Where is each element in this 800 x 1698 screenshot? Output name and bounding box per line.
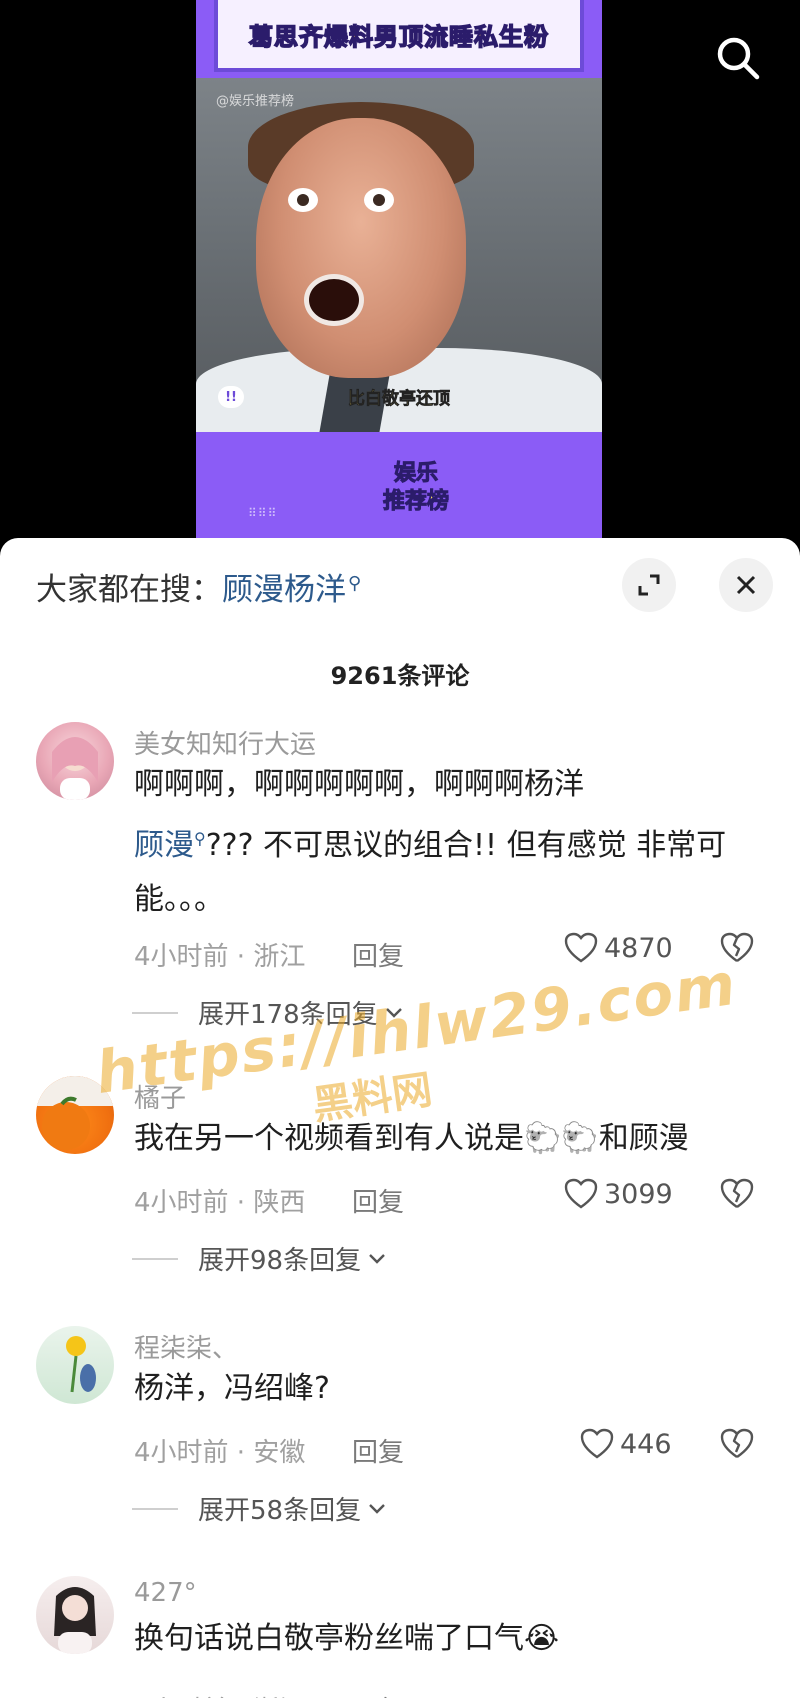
like-button[interactable]: 4870 bbox=[564, 932, 673, 964]
divider bbox=[132, 1011, 178, 1014]
like-count: 4870 bbox=[604, 932, 673, 964]
comment-item: 美女知知行大运 啊啊啊，啊啊啊啊啊，啊啊啊杨洋 顾漫⚲??? 不可思议的组合!!… bbox=[0, 722, 800, 1030]
comment-time-location: 4小时前 · 安徽 bbox=[134, 1438, 306, 1468]
like-button[interactable]: 446 bbox=[580, 1428, 672, 1460]
expand-replies-button[interactable]: 展开178条回复 bbox=[132, 994, 404, 1031]
comment-username[interactable]: 美女知知行大运 bbox=[134, 724, 316, 761]
expand-replies-button[interactable]: 展开58条回复 bbox=[132, 1490, 387, 1527]
video-figure-eye bbox=[288, 188, 318, 212]
video-figure-eye bbox=[364, 188, 394, 212]
video-watermark: @娱乐推荐榜 bbox=[216, 94, 295, 109]
search-small-icon: ⚲ bbox=[348, 572, 362, 594]
comment-item: 程柒柒、 杨洋，冯绍峰? 4小时前 · 安徽 回复 446 展开58条回复 bbox=[0, 1326, 800, 1526]
channel-logo-line1: 娱乐 bbox=[393, 461, 438, 487]
comment-time-location: 4小时前 · 陕西 bbox=[134, 1188, 306, 1218]
expand-replies-label: 展开58条回复 bbox=[198, 1496, 362, 1526]
danmaku-icon[interactable]: !! bbox=[218, 386, 244, 408]
comment-item: 427° 换句话说白敬亭粉丝喘了口气😭 4小时前 · 浙江 回复 bbox=[0, 1576, 800, 1698]
chevron-down-icon bbox=[385, 1007, 402, 1018]
avatar[interactable] bbox=[36, 1576, 114, 1654]
comments-panel: 大家都在搜：顾漫杨洋 ⚲ 9261条评论 美女知知行大运 啊啊啊，啊啊啊啊啊，啊啊… bbox=[0, 538, 800, 1698]
reply-button[interactable]: 回复 bbox=[352, 1432, 404, 1469]
search-small-icon: ⚲ bbox=[194, 829, 206, 848]
chevron-down-icon bbox=[369, 1503, 385, 1514]
expand-replies-label: 展开178条回复 bbox=[198, 1000, 378, 1030]
grid-dots-icon: ⠿⠿⠿ bbox=[248, 506, 278, 520]
like-button[interactable]: 3099 bbox=[564, 1178, 673, 1210]
video-figure-face bbox=[256, 118, 466, 378]
trending-keyword[interactable]: 顾漫杨洋 bbox=[222, 572, 346, 608]
comment-username[interactable]: 427° bbox=[134, 1578, 197, 1608]
trending-search[interactable]: 大家都在搜：顾漫杨洋 ⚲ bbox=[36, 564, 361, 609]
comment-time-location: 4小时前 · 浙江 bbox=[134, 942, 306, 972]
comment-text: 我在另一个视频看到有人说是🐑🐑和顾漫 bbox=[134, 1121, 689, 1156]
divider bbox=[132, 1257, 178, 1260]
video-frame: @娱乐推荐榜 !! 比白敬亭还顶 bbox=[196, 78, 602, 432]
expand-replies-button[interactable]: 展开98条回复 bbox=[132, 1240, 387, 1277]
broken-heart-icon bbox=[720, 1428, 754, 1458]
comment-username[interactable]: 橘子 bbox=[134, 1078, 186, 1115]
comment-text: 杨洋，冯绍峰? bbox=[134, 1371, 330, 1406]
search-icon bbox=[717, 37, 760, 80]
expand-icon bbox=[638, 574, 660, 596]
heart-icon bbox=[580, 1428, 614, 1459]
avatar[interactable] bbox=[36, 1076, 114, 1154]
divider bbox=[132, 1507, 178, 1510]
comment-text: 啊啊啊，啊啊啊啊啊，啊啊啊杨洋 顾漫⚲??? 不可思议的组合!! 但有感觉 非常… bbox=[134, 758, 754, 927]
chevron-down-icon bbox=[369, 1253, 385, 1264]
video-banner-title: 葛思齐爆料男顶流睡私生粉 bbox=[248, 22, 549, 52]
expand-replies-label: 展开98条回复 bbox=[198, 1246, 362, 1276]
comment-keyword-link[interactable]: 顾漫 bbox=[134, 828, 194, 863]
dislike-button[interactable] bbox=[720, 1178, 754, 1214]
reply-button[interactable]: 回复 bbox=[352, 936, 404, 973]
comment-text-part: 啊啊啊，啊啊啊啊啊，啊啊啊杨洋 bbox=[134, 767, 584, 802]
video-caption: 比白敬亭还顶 bbox=[348, 389, 451, 410]
channel-logo-line2: 推荐榜 bbox=[382, 489, 449, 515]
reply-button[interactable]: 回复 bbox=[352, 1690, 404, 1698]
comment-item: 橘子 我在另一个视频看到有人说是🐑🐑和顾漫 4小时前 · 陕西 回复 3099 … bbox=[0, 1076, 800, 1276]
avatar[interactable] bbox=[36, 1326, 114, 1404]
video-player[interactable]: 葛思齐爆料男顶流睡私生粉 @娱乐推荐榜 !! 比白敬亭还顶 娱乐 推荐榜 ⠿⠿⠿ bbox=[196, 0, 602, 540]
heart-icon bbox=[564, 932, 598, 963]
heart-icon bbox=[564, 1178, 598, 1209]
comment-username[interactable]: 程柒柒、 bbox=[134, 1328, 238, 1365]
comment-count: 9261条评论 bbox=[330, 662, 470, 690]
expand-button[interactable] bbox=[622, 558, 676, 612]
search-button[interactable] bbox=[710, 30, 766, 86]
like-count: 3099 bbox=[604, 1178, 673, 1210]
reply-button[interactable]: 回复 bbox=[352, 1182, 404, 1219]
comment-time-location: 4小时前 · 浙江 bbox=[134, 1690, 305, 1698]
video-figure-mouth bbox=[304, 274, 364, 326]
close-button[interactable] bbox=[719, 558, 773, 612]
dislike-button[interactable] bbox=[720, 932, 754, 968]
channel-logo: 娱乐 推荐榜 bbox=[346, 452, 486, 524]
comments-header: 大家都在搜：顾漫杨洋 ⚲ bbox=[0, 538, 800, 628]
broken-heart-icon bbox=[720, 1178, 754, 1208]
avatar[interactable] bbox=[36, 722, 114, 800]
like-count: 446 bbox=[620, 1428, 672, 1460]
dislike-button[interactable] bbox=[720, 1428, 754, 1464]
comment-text: 换句话说白敬亭粉丝喘了口气😭 bbox=[134, 1621, 560, 1656]
trending-prefix: 大家都在搜： bbox=[36, 572, 222, 608]
close-icon bbox=[736, 575, 756, 595]
comment-text-part: ??? 不可思议的组合!! 但有感觉 非常可能。。。 bbox=[134, 828, 727, 917]
video-banner: 葛思齐爆料男顶流睡私生粉 bbox=[214, 0, 584, 72]
broken-heart-icon bbox=[720, 932, 754, 962]
